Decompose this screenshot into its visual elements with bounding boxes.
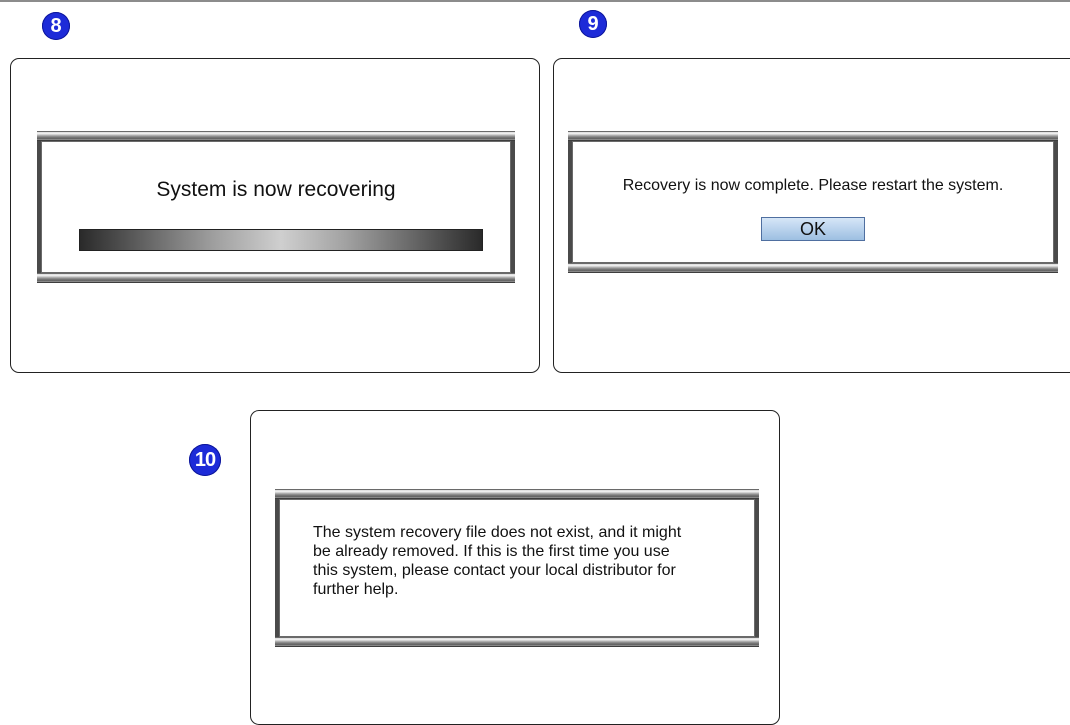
- screen-step-9: Recovery is now complete. Please restart…: [553, 58, 1070, 373]
- recovery-complete-message: Recovery is now complete. Please restart…: [622, 177, 1004, 194]
- screen-step-8: System is now recovering: [10, 58, 540, 373]
- recovery-complete-dialog: Recovery is now complete. Please restart…: [568, 131, 1058, 273]
- recovery-file-missing-message: The system recovery file does not exist,…: [313, 523, 743, 599]
- message-line: The system recovery file does not exist,…: [313, 524, 682, 541]
- screen-step-10: The system recovery file does not exist,…: [250, 410, 780, 725]
- dialog-bottom-bar: [37, 273, 515, 283]
- message-line: be already removed. If this is the first…: [313, 543, 670, 560]
- recovery-file-missing-dialog: The system recovery file does not exist,…: [275, 489, 759, 647]
- message-line: further help.: [313, 581, 399, 598]
- dialog-top-bar: [275, 489, 759, 499]
- recovering-dialog: System is now recovering: [37, 131, 515, 283]
- step-9-badge: 9: [579, 10, 607, 38]
- step-8-badge: 8: [42, 12, 70, 40]
- ok-button[interactable]: OK: [761, 217, 865, 241]
- dialog-top-bar: [568, 131, 1058, 141]
- dialog-top-bar: [37, 131, 515, 141]
- recovery-progress-bar: [79, 229, 483, 251]
- message-line: this system, please contact your local d…: [313, 562, 676, 579]
- recovering-message: System is now recovering: [156, 178, 396, 201]
- step-10-badge: 10: [189, 444, 221, 476]
- dialog-bottom-bar: [568, 263, 1058, 273]
- dialog-bottom-bar: [275, 637, 759, 647]
- top-divider: [0, 0, 1070, 2]
